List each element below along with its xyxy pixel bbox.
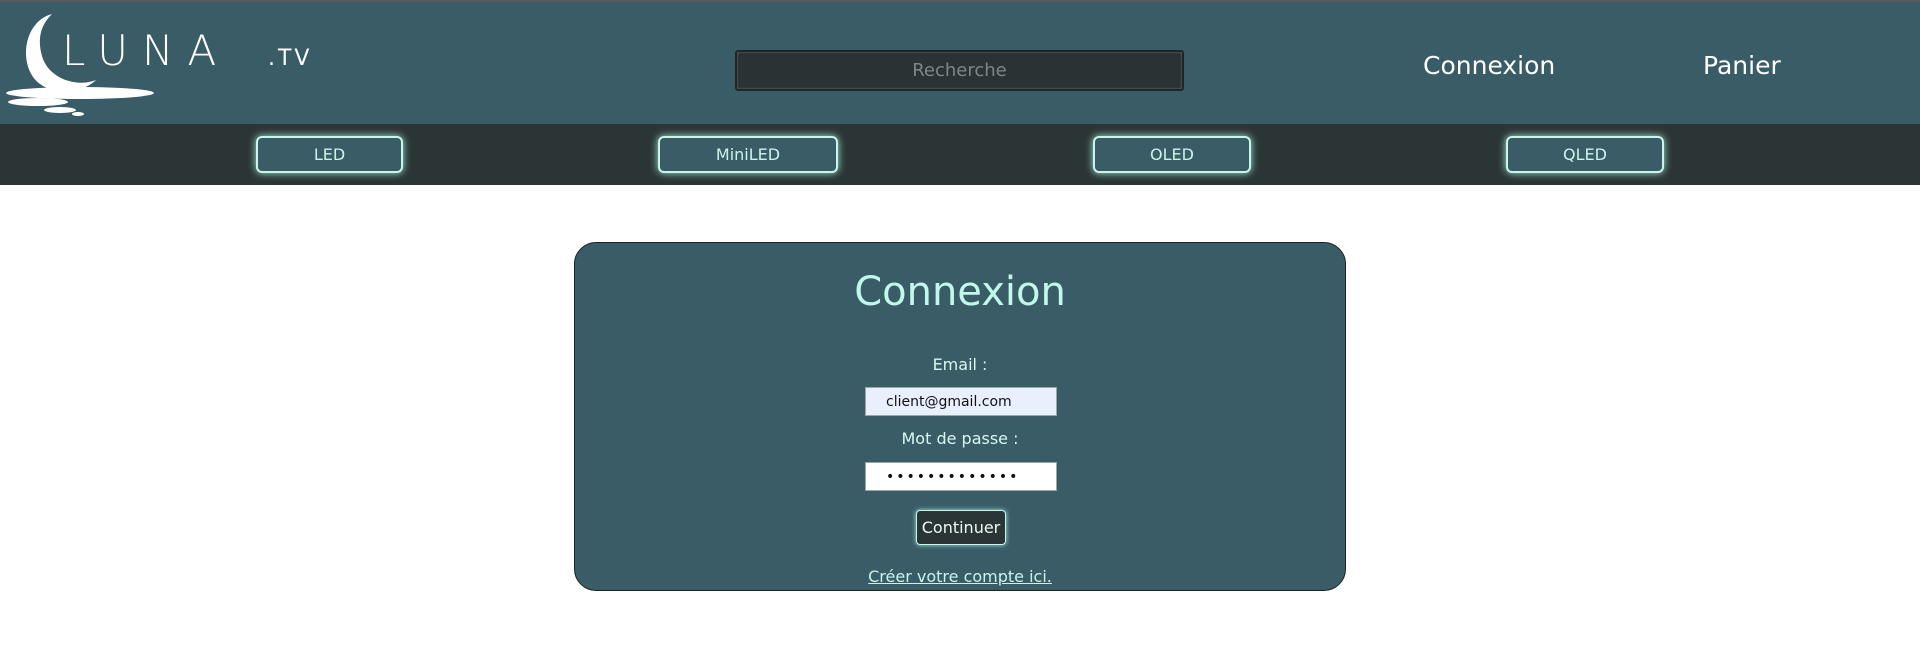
site-header: LUNA .TV Connexion Panier xyxy=(0,0,1920,124)
create-account-link[interactable]: Créer votre compte ici. xyxy=(575,567,1345,586)
email-field[interactable] xyxy=(865,387,1057,416)
login-title: Connexion xyxy=(854,269,1066,315)
login-card: Connexion Email : Mot de passe : Continu… xyxy=(574,242,1346,591)
password-label: Mot de passe : xyxy=(901,429,1019,448)
category-button-led[interactable]: LED xyxy=(256,136,403,173)
category-button-oled[interactable]: OLED xyxy=(1093,136,1251,173)
nav-connexion-link[interactable]: Connexion xyxy=(1423,48,1555,84)
search-input[interactable] xyxy=(735,50,1184,91)
email-label: Email : xyxy=(932,355,988,374)
category-button-miniled[interactable]: MiniLED xyxy=(658,136,838,173)
logo-wordmark: LUNA xyxy=(62,26,231,75)
category-button-qled[interactable]: QLED xyxy=(1506,136,1664,173)
nav-panier-link[interactable]: Panier xyxy=(1703,48,1781,84)
password-field[interactable] xyxy=(865,462,1057,491)
site-logo[interactable]: LUNA .TV xyxy=(0,10,330,122)
logo-suffix: .TV xyxy=(268,46,313,71)
category-bar: LED MiniLED OLED QLED xyxy=(0,124,1920,185)
search-box xyxy=(735,50,1184,91)
continue-button[interactable]: Continuer xyxy=(916,510,1006,545)
